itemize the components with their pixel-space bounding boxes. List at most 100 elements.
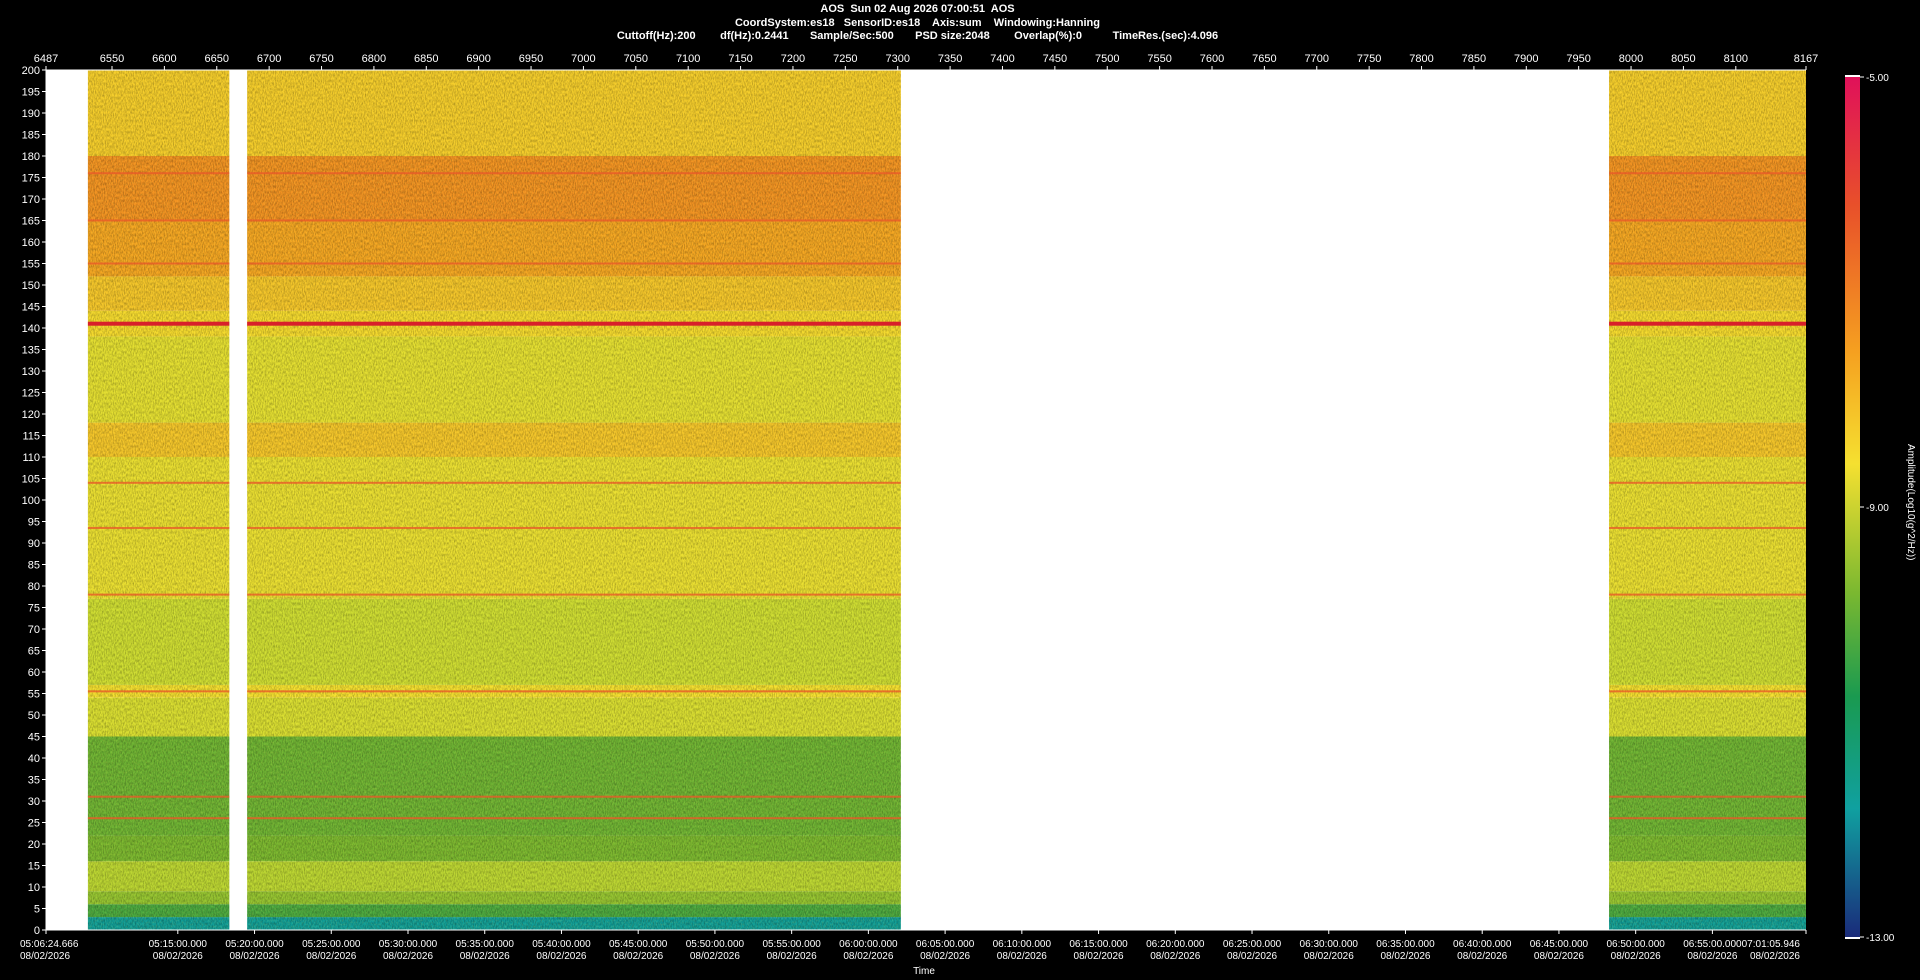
tonal-line	[247, 262, 901, 265]
tonal-line	[1609, 593, 1806, 596]
bottom-tick-time: 06:45:00.000	[1530, 939, 1589, 950]
y-tick-label: 10	[28, 882, 40, 894]
tonal-line	[1609, 481, 1806, 484]
y-tick-label: 190	[22, 108, 40, 120]
bottom-tick-time: 05:50:00.000	[686, 939, 745, 950]
bottom-tick-time: 06:05:00.000	[916, 939, 975, 950]
bottom-tick-time: 06:25:00.000	[1223, 939, 1282, 950]
y-tick-label: 200	[22, 65, 40, 77]
tonal-line	[1609, 817, 1806, 820]
bottom-tick-time: 06:35:00.000	[1376, 939, 1435, 950]
bottom-tick-time: 06:20:00.000	[1146, 939, 1205, 950]
y-tick-label: 15	[28, 861, 40, 873]
bottom-tick-time: 06:50:00.000	[1606, 939, 1665, 950]
top-tick-label: 7750	[1357, 53, 1381, 65]
bottom-tick-date: 08/02/2026	[20, 951, 70, 962]
tonal-line	[87, 690, 230, 693]
tonal-line	[1609, 526, 1806, 529]
top-tick-label: 7950	[1566, 53, 1590, 65]
top-tick-label: 6650	[205, 53, 229, 65]
top-tick-label: 8100	[1724, 53, 1748, 65]
bottom-tick-time: 05:20:00.000	[225, 939, 284, 950]
tonal-line	[247, 219, 901, 222]
tonal-line	[1609, 172, 1806, 175]
y-tick-label: 180	[22, 151, 40, 163]
tonal-line	[247, 817, 901, 820]
colorbar-tick-label: -5.00	[1866, 73, 1889, 84]
y-tick-label: 95	[28, 517, 40, 529]
bottom-tick-date: 08/02/2026	[1150, 951, 1200, 962]
bottom-tick-time: 06:40:00.000	[1453, 939, 1512, 950]
tonal-line	[1609, 690, 1806, 693]
data-segment	[247, 70, 901, 930]
y-tick-label: 105	[22, 474, 40, 486]
x-axis-label: Time	[913, 966, 935, 977]
spectrogram-chart: 0 5 10 15 20 25 30 35 40 45 50 55 60 65 70 75 80 85 90 95 10…	[20, 53, 1916, 977]
y-tick-label: 195	[22, 87, 40, 99]
bottom-tick-time: 05:15:00.000	[149, 939, 208, 950]
tonal-line	[87, 795, 230, 798]
top-tick-label: 7350	[938, 53, 962, 65]
top-tick-label: 6900	[466, 53, 490, 65]
top-tick-label: 6600	[152, 53, 176, 65]
bottom-tick-date: 08/02/2026	[1380, 951, 1430, 962]
bottom-tick-date: 08/02/2026	[1750, 951, 1800, 962]
y-tick-label: 5	[34, 904, 40, 916]
y-tick-label: 40	[28, 753, 40, 765]
top-tick-label: 6950	[519, 53, 543, 65]
bottom-tick-date: 08/02/2026	[1611, 951, 1661, 962]
y-tick-label: 60	[28, 667, 40, 679]
tonal-line	[247, 321, 901, 326]
y-tick-label: 185	[22, 130, 40, 142]
y-tick-label: 150	[22, 280, 40, 292]
bottom-tick-time: 05:25:00.000	[302, 939, 361, 950]
top-tick-label: 7200	[781, 53, 805, 65]
tonal-line	[87, 526, 230, 529]
bottom-tick-time: 05:30:00.000	[379, 939, 438, 950]
top-tick-label: 6800	[362, 53, 386, 65]
tonal-line	[247, 481, 901, 484]
bottom-tick-time: 05:35:00.000	[456, 939, 515, 950]
bottom-tick-time: 06:15:00.000	[1069, 939, 1128, 950]
tonal-line	[247, 172, 901, 175]
y-tick-label: 125	[22, 388, 40, 400]
colorbar	[1845, 76, 1860, 938]
colorbar-tick-label: -9.00	[1866, 503, 1889, 514]
tonal-line	[1609, 262, 1806, 265]
top-tick-label: 6487	[34, 53, 58, 65]
tonal-line	[247, 690, 901, 693]
y-tick-label: 100	[22, 495, 40, 507]
y-tick-label: 140	[22, 323, 40, 335]
y-tick-label: 145	[22, 302, 40, 314]
bottom-tick-date: 08/02/2026	[843, 951, 893, 962]
top-tick-label: 7000	[571, 53, 595, 65]
y-tick-label: 0	[34, 925, 40, 937]
tonal-line	[87, 817, 230, 820]
bottom-tick-time: 05:55:00.000	[762, 939, 821, 950]
top-tick-label: 8000	[1619, 53, 1643, 65]
bottom-tick-date: 08/02/2026	[1304, 951, 1354, 962]
top-tick-label: 6750	[309, 53, 333, 65]
bottom-tick-time: 06:10:00.000	[993, 939, 1052, 950]
y-tick-label: 75	[28, 603, 40, 615]
bottom-tick-date: 08/02/2026	[1457, 951, 1507, 962]
y-tick-label: 85	[28, 560, 40, 572]
top-tick-label: 6850	[414, 53, 438, 65]
texture-overlay	[87, 70, 230, 930]
bottom-tick-time: 05:06:24.666	[20, 939, 79, 950]
y-tick-label: 135	[22, 345, 40, 357]
bottom-tick-date: 08/02/2026	[1227, 951, 1277, 962]
tonal-line	[247, 593, 901, 596]
tonal-line	[1609, 795, 1806, 798]
bottom-tick-date: 08/02/2026	[536, 951, 586, 962]
bottom-tick-time: 05:45:00.000	[609, 939, 668, 950]
y-tick-label: 160	[22, 237, 40, 249]
top-tick-label: 7650	[1252, 53, 1276, 65]
tonal-line	[247, 795, 901, 798]
y-tick-label: 45	[28, 732, 40, 744]
bottom-tick-time: 07:01:05.946	[1742, 939, 1801, 950]
bottom-tick-date: 08/02/2026	[1687, 951, 1737, 962]
y-tick-label: 55	[28, 689, 40, 701]
y-tick-label: 30	[28, 796, 40, 808]
texture-overlay	[247, 70, 901, 930]
